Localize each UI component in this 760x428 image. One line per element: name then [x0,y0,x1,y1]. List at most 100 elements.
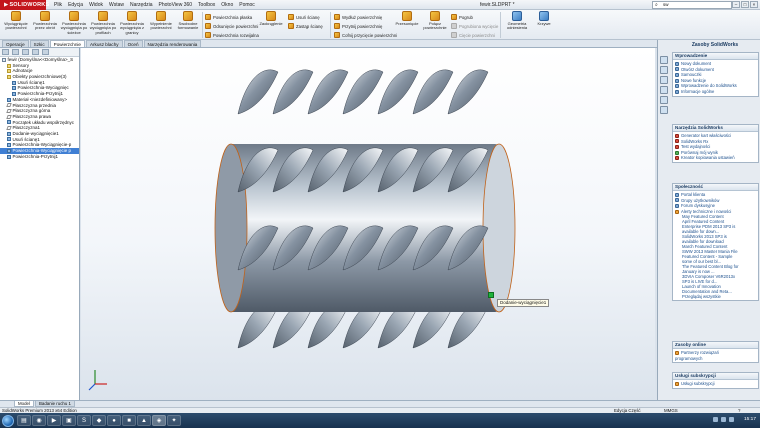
property-manager-icon[interactable] [12,49,19,55]
solidworks-taskbar-icon[interactable]: ◈ [152,415,166,426]
fillet-icon [266,11,276,21]
offset-surface-icon [205,23,211,29]
tab-operacje[interactable]: Operacje [2,40,29,47]
app3-taskbar-icon[interactable]: ■ [122,415,136,426]
appearances-icon[interactable] [660,96,668,104]
delete-face-button[interactable]: Usuń ścianę [288,14,320,20]
section-header[interactable]: Narzędzia SolidWorks [673,125,758,132]
planar-surface-icon [205,14,211,20]
news-link[interactable]: Przeglądaj wszystkie [675,294,756,299]
tree-item[interactable]: Powierzchnia-Przytnij1 [0,154,79,160]
curves-button[interactable]: Krzywe [530,11,558,26]
design-library-icon[interactable] [660,66,668,74]
resource-link[interactable]: programowych [675,356,756,362]
ruled-surface-icon [205,32,211,38]
media-taskbar-icon[interactable]: ▶ [47,415,61,426]
app4-taskbar-icon[interactable]: ▲ [137,415,151,426]
tab-szkic[interactable]: Szkic [29,40,49,47]
trim-surface-button[interactable]: Przytnij powierzchnię [334,23,382,29]
move-face-button[interactable]: Przesunięcie [393,11,421,26]
boundary-surface-button[interactable]: Powierzchnia wyciągnięta z granicy [118,11,146,35]
menu-edycja[interactable]: Edycja [68,2,83,8]
untrim-surface-button[interactable]: Cofnij przycięcie powierzchni [334,32,397,38]
knit-surface-button[interactable]: Połącz powierzchnie [421,11,449,31]
thicken-cut-button[interactable]: Pogrubiona wycięcie [451,23,498,29]
app5-taskbar-icon[interactable]: ✦ [167,415,181,426]
surface-sweep-button[interactable]: Powierzchnia wyciągnięta po ścieżce [60,11,88,35]
resource-label: Kreator kopiowania ustawień [681,155,735,161]
menu-photoview[interactable]: PhotoView 360 [159,2,193,8]
menu-plik[interactable]: Plik [54,2,62,8]
model-view[interactable] [81,48,655,400]
menu-okno[interactable]: Okno [221,2,233,8]
fillet-button[interactable]: Zaokrąglenie [257,11,285,26]
surface-extrude-button[interactable]: Wyciągnięcie powierzchni [2,11,30,31]
menu-widok[interactable]: Widok [89,2,103,8]
resource-link[interactable]: Informacje ogólne [675,89,756,95]
folder-icon [7,63,11,68]
resource-icon [675,139,679,144]
solidworks-resources-icon[interactable] [660,56,668,64]
thicken-button[interactable]: Pogrub [451,14,473,20]
planar-surface-button[interactable]: Powierzchnia płaska [205,14,252,20]
section-header[interactable]: Wprowadzenie [673,53,758,60]
surface-cut-button[interactable]: Cięcie powierzchni [451,32,495,38]
reference-geometry-button[interactable]: Geometria odniesienia [503,11,531,31]
configuration-manager-icon[interactable] [22,49,29,55]
selection-handle-icon[interactable] [488,292,494,298]
replace-face-button[interactable]: Zastąp ścianę [288,23,323,29]
network-icon[interactable] [713,417,718,422]
surface-loft-button[interactable]: Powierzchnia wyciągnięta po profilach [89,11,117,35]
title-bar: ▶ SOLIDWORKS Plik Edycja Widok Wstaw Narz… [0,0,760,10]
menu-wstaw[interactable]: Wstaw [109,2,124,8]
resource-link[interactable]: Kreator kopiowania ustawień [675,155,756,161]
close-icon[interactable]: × [750,1,758,8]
filled-surface-button[interactable]: Wypełnienie powierzchni [147,11,175,31]
app2-taskbar-icon[interactable]: ● [107,415,121,426]
menu-pomoc[interactable]: Pomoc [239,2,255,8]
minimize-icon[interactable]: – [732,1,740,8]
skype-taskbar-icon[interactable]: S [77,415,91,426]
resource-icon [675,198,679,203]
tab-arkusz-blachy[interactable]: Arkusz blachy [85,40,123,47]
solidworks-logo[interactable]: ▶ SOLIDWORKS [0,0,49,10]
offset-surface-button[interactable]: Odsunięcie powierzchni [205,23,258,29]
browser-taskbar-icon[interactable]: ◉ [32,415,46,426]
section-header[interactable]: Usługi subskrypcji [673,373,758,380]
tab-powierzchnie[interactable]: Powierzchnie [49,40,85,47]
freeform-button[interactable]: Swobodne formowanie [174,11,202,31]
maximize-icon[interactable]: □ [741,1,749,8]
resource-icon [675,350,679,355]
custom-properties-icon[interactable] [660,106,668,114]
surface-revolve-button[interactable]: Powierzchnia przez obrót [31,11,59,31]
feature-icon [7,148,11,153]
graphics-area[interactable]: Dodanie-wyciągnięcie1 [81,48,655,400]
tab-narzedzia-renderowania[interactable]: Narzędzia renderowania [143,40,202,47]
ruled-surface-button[interactable]: Powierzchnia rozwijalna [205,32,259,38]
feature-icon [7,120,11,125]
volume-icon[interactable] [721,417,726,422]
menu-narzedzia[interactable]: Narzędzia [130,2,153,8]
start-button[interactable] [2,414,14,427]
view-palette-icon[interactable] [660,86,668,94]
search-input[interactable]: ⌕ sw [652,1,732,9]
section-header[interactable]: Społeczność [673,184,758,191]
taskbar-clock[interactable]: 15:17 [744,417,756,422]
file-explorer-icon[interactable] [660,76,668,84]
extend-surface-button[interactable]: Wydłuż powierzchnię [334,14,382,20]
thicken-icon [451,14,457,20]
section-header[interactable]: Zasoby online [673,342,758,349]
move-face-icon [402,11,412,21]
app-taskbar-icon[interactable]: ◆ [92,415,106,426]
feature-icon [12,86,16,91]
tab-ocen[interactable]: Oceń [123,40,143,47]
folder-taskbar-icon[interactable]: ▣ [62,415,76,426]
surface-loft-icon [98,11,108,21]
dimxpert-icon[interactable] [32,49,39,55]
display-manager-icon[interactable] [42,49,49,55]
explorer-taskbar-icon[interactable]: ▤ [17,415,31,426]
flag-icon[interactable] [729,417,734,422]
feature-tree-icon[interactable] [2,49,9,55]
resource-link[interactable]: Usługi subskrypcji [675,381,756,387]
menu-toolbox[interactable]: Toolbox [198,2,215,8]
